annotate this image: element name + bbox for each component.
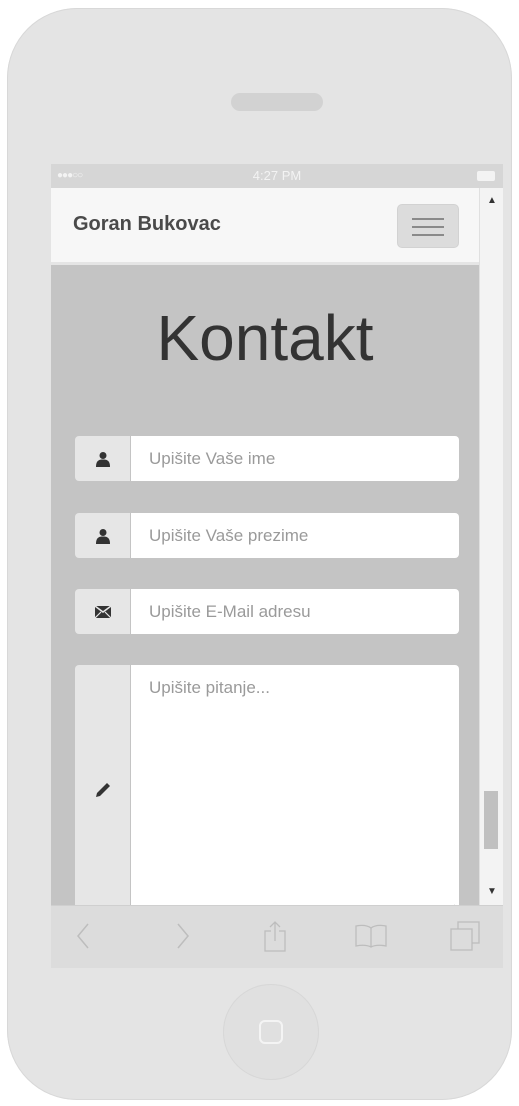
last-name-field: Upišite Vaše prezime — [75, 513, 459, 558]
forward-icon — [177, 923, 189, 949]
back-icon — [77, 923, 89, 949]
share-icon — [264, 921, 286, 952]
phone-frame: ●●●○○ 4:27 PM Goran Bukovac Kontakt Upiš… — [7, 8, 512, 1100]
first-name-addon — [75, 436, 130, 481]
home-square-icon — [259, 1020, 283, 1044]
speaker-grille — [231, 93, 323, 111]
first-name-field: Upišite Vaše ime — [75, 436, 459, 481]
bookmarks-icon — [355, 924, 387, 948]
status-bar: ●●●○○ 4:27 PM — [51, 164, 503, 188]
menu-icon — [412, 218, 444, 220]
status-time: 4:27 PM — [252, 168, 302, 183]
tabs-icon — [450, 921, 480, 951]
hamburger-menu-button[interactable] — [397, 204, 459, 248]
forward-button[interactable] — [163, 918, 203, 954]
scroll-down-arrow[interactable]: ▼ — [487, 886, 497, 897]
site-navbar: Goran Bukovac — [51, 188, 479, 265]
back-button[interactable] — [63, 918, 103, 954]
question-textarea[interactable]: Upišite pitanje... — [131, 665, 459, 915]
question-field: Upišite pitanje... — [75, 665, 459, 915]
contact-section: Kontakt Upišite Vaše ime Upišite Vaše pr… — [51, 265, 479, 915]
home-button[interactable] — [223, 984, 319, 1080]
user-icon — [95, 451, 110, 467]
user-icon — [95, 528, 110, 544]
pencil-icon — [95, 783, 110, 797]
menu-icon — [412, 234, 444, 236]
browser-toolbar — [51, 905, 503, 968]
menu-icon — [412, 226, 444, 228]
email-addon — [75, 589, 130, 634]
scroll-up-arrow[interactable]: ▲ — [487, 195, 497, 206]
vertical-scrollbar[interactable]: ▲ ▼ — [479, 188, 503, 905]
battery-icon — [477, 171, 495, 181]
site-brand[interactable]: Goran Bukovac — [73, 213, 221, 236]
last-name-addon — [75, 513, 130, 558]
envelope-icon — [94, 605, 111, 618]
email-field: Upišite E-Mail adresu — [75, 589, 459, 634]
last-name-input[interactable]: Upišite Vaše prezime — [131, 513, 459, 558]
first-name-input[interactable]: Upišite Vaše ime — [131, 436, 459, 481]
scrollbar-thumb[interactable] — [484, 791, 498, 849]
tabs-button[interactable] — [445, 918, 485, 954]
phone-screen: ●●●○○ 4:27 PM Goran Bukovac Kontakt Upiš… — [51, 164, 503, 968]
share-button[interactable] — [255, 918, 295, 954]
page-title: Kontakt — [156, 302, 374, 374]
email-input[interactable]: Upišite E-Mail adresu — [131, 589, 459, 634]
question-addon — [75, 665, 130, 915]
bookmarks-button[interactable] — [351, 918, 391, 954]
